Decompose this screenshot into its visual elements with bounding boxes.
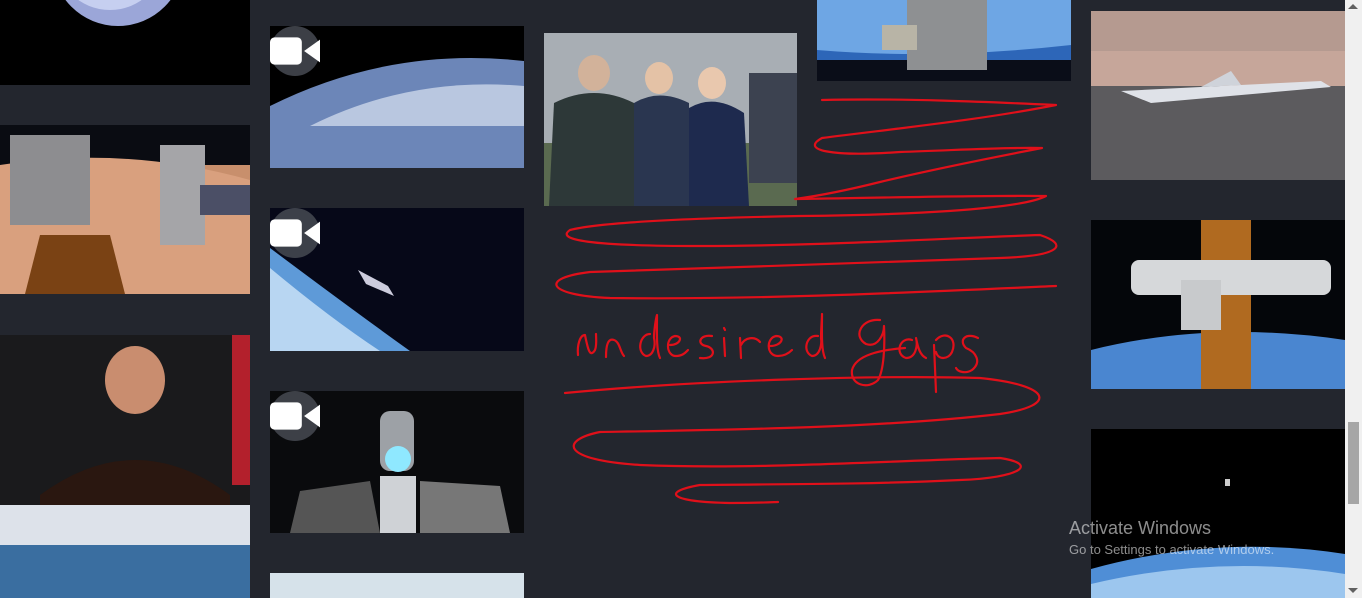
watermark-subtitle: Go to Settings to activate Windows.: [1069, 542, 1275, 557]
gallery-image-astronaut-spacewalk[interactable]: [1091, 429, 1345, 598]
scroll-up-arrow-icon[interactable]: [1348, 4, 1358, 9]
gallery-image-sky-partial[interactable]: [270, 573, 524, 598]
video-camera-icon: [270, 391, 320, 441]
gallery-video-capsule-orbit[interactable]: [270, 208, 524, 351]
gallery-image-people-group[interactable]: [544, 33, 797, 206]
gallery-image-spacecraft-docked[interactable]: [0, 125, 250, 294]
gallery-image-supersonic-aircraft[interactable]: [1091, 11, 1345, 180]
gallery-image-iss-robotic-arm[interactable]: [1091, 220, 1345, 389]
gallery-image-man-press-conference[interactable]: [0, 335, 250, 598]
scrollbar-thumb[interactable]: [1348, 422, 1359, 504]
windows-activation-watermark: Activate Windows Go to Settings to activ…: [1069, 518, 1274, 557]
gallery-image-iss-module[interactable]: [817, 0, 1071, 81]
video-camera-icon: [270, 208, 320, 258]
gallery-video-earth-clouds[interactable]: [270, 26, 524, 168]
gallery-video-lunar-lander[interactable]: [270, 391, 524, 533]
gallery-image-earth-globe[interactable]: [0, 0, 250, 85]
vertical-scrollbar[interactable]: [1345, 0, 1362, 598]
watermark-title: Activate Windows: [1069, 518, 1212, 538]
video-camera-icon: [270, 26, 320, 76]
scroll-down-arrow-icon[interactable]: [1348, 588, 1358, 593]
